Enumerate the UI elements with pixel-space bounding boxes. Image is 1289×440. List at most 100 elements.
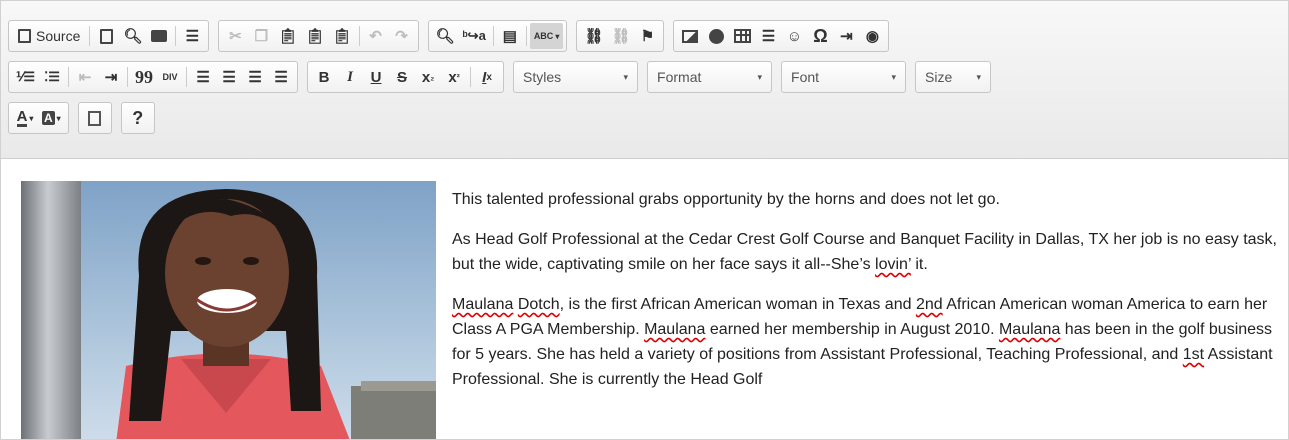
select-all-button[interactable]: ▤ bbox=[497, 23, 523, 49]
separator bbox=[358, 26, 360, 46]
subscript-button[interactable]: x₂ bbox=[415, 64, 441, 90]
outdent-icon: ⇤ bbox=[78, 69, 92, 86]
misspelled-word[interactable]: 1st bbox=[1183, 346, 1204, 363]
document-group: Source 🔍︎ ☰ bbox=[8, 20, 210, 52]
redo-button[interactable]: ↷ bbox=[389, 23, 415, 49]
maximize-icon bbox=[88, 110, 102, 126]
paste-text-button[interactable]: 📋︎ bbox=[301, 23, 328, 49]
blockquote-button[interactable]: 99 bbox=[131, 64, 157, 90]
rich-text-editor: Source 🔍︎ ☰ ✂ ❐ 📋︎ 📋︎ 📋︎ ↶ ↷ 🔍︎ ᵇ↪a ▤ AB… bbox=[0, 0, 1289, 440]
italic-button[interactable]: I bbox=[337, 64, 363, 90]
strike-button[interactable]: S bbox=[389, 64, 415, 90]
paste-word-button[interactable]: 📋︎ bbox=[329, 23, 356, 49]
paragraph-group: ⅟☰ ⁚☰ ⇤ ⇥ 99 DIV ☰ ☰ ☰ ☰ bbox=[8, 61, 299, 93]
format-combo[interactable]: Format ▾ bbox=[647, 61, 773, 93]
table-icon bbox=[733, 29, 751, 43]
replace-button[interactable]: ᵇ↪a bbox=[459, 23, 490, 49]
find-icon: 🔍︎ bbox=[435, 28, 455, 45]
anchor-button[interactable]: ⚑ bbox=[634, 23, 660, 49]
misspelled-word[interactable]: Maulana bbox=[644, 321, 705, 338]
toolbar-row-2: ⅟☰ ⁚☰ ⇤ ⇥ 99 DIV ☰ ☰ ☰ ☰ B I U S x₂ x² I… bbox=[8, 60, 1000, 94]
bulleted-list-button[interactable]: ⁚☰ bbox=[39, 64, 65, 90]
special-char-button[interactable]: Ω bbox=[807, 23, 833, 49]
page-break-icon: ⇥ bbox=[840, 28, 853, 45]
chevron-down-icon: ▾ bbox=[29, 113, 34, 123]
profile-photo bbox=[21, 181, 436, 439]
underline-label: U bbox=[370, 68, 382, 86]
spellcheck-button[interactable]: ABC ▾ bbox=[529, 23, 564, 49]
paragraph-text: As Head Golf Professional at the Cedar C… bbox=[452, 231, 1277, 273]
separator bbox=[470, 67, 472, 87]
colors-group: A ▾ A ▾ bbox=[8, 102, 69, 134]
link-icon: ⛓ bbox=[584, 28, 604, 45]
unlink-icon: ⛓ bbox=[611, 28, 631, 45]
size-combo[interactable]: Size ▾ bbox=[915, 61, 992, 93]
print-button[interactable] bbox=[146, 23, 172, 49]
bold-button[interactable]: B bbox=[311, 64, 337, 90]
article-text[interactable]: This talented professional grabs opportu… bbox=[452, 187, 1282, 407]
source-button[interactable]: Source bbox=[12, 23, 86, 49]
paragraph-text: , is the first African American woman in… bbox=[559, 296, 916, 313]
undo-button[interactable]: ↶ bbox=[363, 23, 389, 49]
separator bbox=[492, 26, 494, 46]
align-left-button[interactable]: ☰ bbox=[190, 64, 216, 90]
misspelled-word[interactable]: Maulana bbox=[452, 296, 513, 313]
editor-content[interactable]: This talented professional grabs opportu… bbox=[1, 159, 1288, 439]
page-break-button[interactable]: ⇥ bbox=[833, 23, 859, 49]
chevron-down-icon: ▾ bbox=[555, 31, 560, 41]
maximize-button[interactable] bbox=[82, 105, 108, 131]
italic-label: I bbox=[347, 68, 353, 85]
chevron-down-icon: ▾ bbox=[976, 71, 982, 82]
superscript-mark: ² bbox=[456, 72, 460, 82]
misspelled-word[interactable]: lovin’ bbox=[875, 256, 911, 273]
cut-icon: ✂ bbox=[229, 28, 242, 45]
indent-button[interactable]: ⇥ bbox=[98, 64, 124, 90]
numbered-list-button[interactable]: ⅟☰ bbox=[12, 64, 39, 90]
superscript-button[interactable]: x² bbox=[441, 64, 467, 90]
spellcheck-icon: ABC bbox=[533, 31, 554, 41]
text-color-button[interactable]: A ▾ bbox=[12, 105, 38, 131]
remove-format-button[interactable]: Ix bbox=[474, 64, 500, 90]
editor-toolbar: Source 🔍︎ ☰ ✂ ❐ 📋︎ 📋︎ 📋︎ ↶ ↷ 🔍︎ ᵇ↪a ▤ AB… bbox=[1, 1, 1288, 159]
styles-label: Styles bbox=[523, 69, 562, 85]
misspelled-word[interactable]: Dotch bbox=[518, 296, 560, 313]
templates-button[interactable]: ☰ bbox=[179, 23, 205, 49]
separator bbox=[127, 67, 129, 87]
bg-color-button[interactable]: A ▾ bbox=[38, 105, 65, 131]
paragraph: As Head Golf Professional at the Cedar C… bbox=[452, 227, 1282, 277]
flash-button[interactable] bbox=[703, 23, 729, 49]
special-char-icon: Ω bbox=[813, 25, 828, 46]
align-center-button[interactable]: ☰ bbox=[216, 64, 242, 90]
paste-word-icon: 📋︎ bbox=[332, 28, 352, 45]
image-button[interactable] bbox=[677, 23, 703, 49]
paste-icon: 📋︎ bbox=[278, 28, 298, 45]
new-page-button[interactable] bbox=[93, 23, 119, 49]
iframe-button[interactable]: ◉ bbox=[859, 23, 885, 49]
cut-button[interactable]: ✂ bbox=[222, 23, 248, 49]
paste-button[interactable]: 📋︎ bbox=[274, 23, 301, 49]
about-group: ? bbox=[120, 102, 155, 134]
outdent-button[interactable]: ⇤ bbox=[72, 64, 98, 90]
creatediv-icon: DIV bbox=[162, 72, 178, 82]
table-button[interactable] bbox=[729, 23, 755, 49]
help-button[interactable]: ? bbox=[125, 105, 151, 131]
profile-photo-image bbox=[21, 181, 436, 439]
font-combo[interactable]: Font ▾ bbox=[781, 61, 907, 93]
smiley-button[interactable]: ☺ bbox=[781, 23, 807, 49]
font-label: Font bbox=[791, 69, 820, 85]
copy-button[interactable]: ❐ bbox=[248, 23, 274, 49]
justify-button[interactable]: ☰ bbox=[268, 64, 294, 90]
horizontal-rule-button[interactable]: ☰ bbox=[755, 23, 781, 49]
misspelled-word[interactable]: Maulana bbox=[999, 321, 1060, 338]
styles-combo[interactable]: Styles ▾ bbox=[513, 61, 639, 93]
misspelled-word[interactable]: 2nd bbox=[916, 296, 943, 313]
unlink-button[interactable]: ⛓ bbox=[607, 23, 634, 49]
preview-button[interactable]: 🔍︎ bbox=[119, 23, 146, 49]
link-button[interactable]: ⛓ bbox=[580, 23, 607, 49]
align-right-button[interactable]: ☰ bbox=[242, 64, 268, 90]
underline-button[interactable]: U bbox=[363, 64, 389, 90]
creatediv-button[interactable]: DIV bbox=[157, 64, 183, 90]
find-button[interactable]: 🔍︎ bbox=[432, 23, 459, 49]
separator bbox=[89, 26, 91, 46]
paragraph-text: it. bbox=[910, 256, 928, 273]
